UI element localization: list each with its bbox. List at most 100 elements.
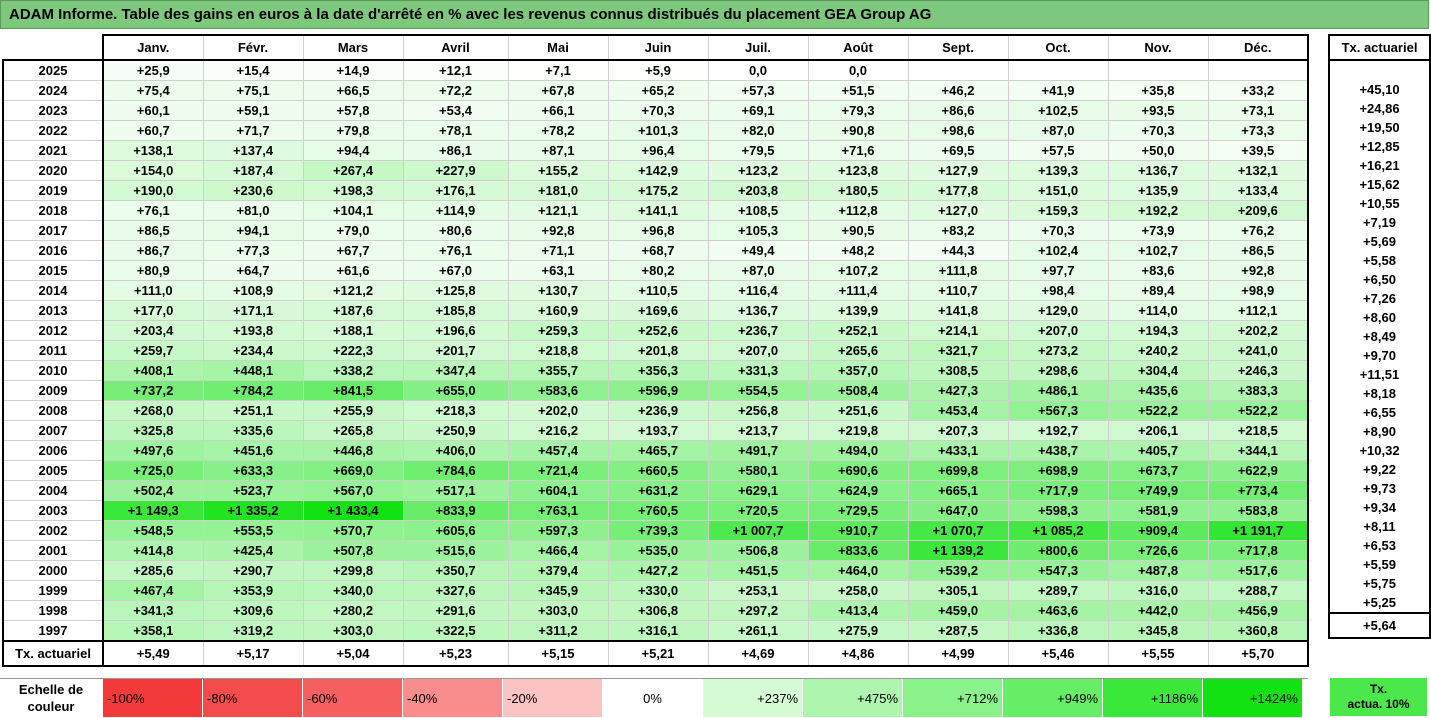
rate-cell: +15,62 xyxy=(1328,175,1431,194)
year-cell: 2014 xyxy=(2,280,104,301)
year-cell: 2025 xyxy=(2,59,104,81)
gain-cell: +347,4 xyxy=(402,360,509,381)
table-row: 2009 +737,2 +784,2 +841,5 +655,0 +583,6 +596,9… xyxy=(2,380,1309,401)
gain-cell: +202,0 xyxy=(507,400,609,421)
gain-cell: +290,7 xyxy=(202,560,304,581)
gain-cell: +690,6 xyxy=(807,460,909,481)
table-row: 2004 +502,4 +523,7 +567,0 +517,1 +604,1 +631,2… xyxy=(2,480,1309,501)
gain-cell: +69,5 xyxy=(907,140,1009,161)
gain-cell: +80,2 xyxy=(607,260,709,281)
color-scale-swatch: 0% xyxy=(602,679,702,717)
rate-cell: +9,34 xyxy=(1328,498,1431,517)
gain-cell: +60,1 xyxy=(102,100,204,121)
footer-rate-cell: +5,55 xyxy=(1107,640,1209,667)
gain-cell: +383,3 xyxy=(1207,380,1309,401)
rate-cell: +8,49 xyxy=(1328,327,1431,346)
year-cell: 2007 xyxy=(2,420,104,441)
gain-cell: +253,1 xyxy=(707,580,809,601)
gain-cell: +737,2 xyxy=(102,380,204,401)
gain-cell: +655,0 xyxy=(402,380,509,401)
gain-cell: +275,9 xyxy=(807,620,909,642)
gain-cell: +665,1 xyxy=(907,480,1009,501)
table-row: 2006 +497,6 +451,6 +446,8 +406,0 +457,4 +465,7… xyxy=(2,440,1309,461)
rate-cell: +7,26 xyxy=(1328,289,1431,308)
gain-cell: +311,2 xyxy=(507,620,609,642)
gain-cell: +784,2 xyxy=(202,380,304,401)
year-cell: 2023 xyxy=(2,100,104,121)
gain-cell: +773,4 xyxy=(1207,480,1309,501)
year-cell: 2010 xyxy=(2,360,104,381)
gain-cell: +89,4 xyxy=(1107,280,1209,301)
table-row: 1999 +467,4 +353,9 +340,0 +327,6 +345,9 +330,0… xyxy=(2,580,1309,601)
table-row: 2018 +76,1 +81,0 +104,1 +114,9 +121,1 +141,1 +1… xyxy=(2,200,1309,221)
gain-cell: +78,2 xyxy=(507,120,609,141)
gain-cell: +80,6 xyxy=(402,220,509,241)
gain-cell: +234,4 xyxy=(202,340,304,361)
gain-cell: +78,1 xyxy=(402,120,509,141)
table-row: 2003 +1 149,3 +1 335,2 +1 433,4 +833,9 +763,1… xyxy=(2,500,1309,521)
gain-cell: +86,1 xyxy=(402,140,509,161)
gain-cell: +467,4 xyxy=(102,580,204,601)
gain-cell: +57,3 xyxy=(707,80,809,101)
gain-cell: +345,8 xyxy=(1107,620,1209,642)
gain-cell: +1 085,2 xyxy=(1007,520,1109,541)
gain-cell: +438,7 xyxy=(1007,440,1109,461)
year-cell: 2012 xyxy=(2,320,104,341)
year-cell: 2013 xyxy=(2,300,104,321)
gain-cell: +629,1 xyxy=(707,480,809,501)
gain-cell: +207,3 xyxy=(907,420,1009,441)
table-row: 2010 +408,1 +448,1 +338,2 +347,4 +355,7 +356,3… xyxy=(2,360,1309,381)
gain-cell xyxy=(907,59,1009,81)
gain-cell: +345,9 xyxy=(507,580,609,601)
year-cell: 2008 xyxy=(2,400,104,421)
gain-cell: +517,6 xyxy=(1207,560,1309,581)
gain-cell: +331,3 xyxy=(707,360,809,381)
gain-cell: +580,1 xyxy=(707,460,809,481)
gain-cell: +308,5 xyxy=(907,360,1009,381)
gain-cell: +123,2 xyxy=(707,160,809,181)
gain-cell: +101,3 xyxy=(607,120,709,141)
gain-cell: +341,3 xyxy=(102,600,204,621)
gain-cell: +180,5 xyxy=(807,180,909,201)
gain-cell: +261,1 xyxy=(707,620,809,642)
gain-cell: +171,1 xyxy=(202,300,304,321)
table-row: 2007 +325,8 +335,6 +265,8 +250,9 +216,2 +193,7… xyxy=(2,420,1309,441)
gain-cell: +96,4 xyxy=(607,140,709,161)
gain-cell: +176,1 xyxy=(402,180,509,201)
gain-cell: +81,0 xyxy=(202,200,304,221)
gain-cell: +75,4 xyxy=(102,80,204,101)
gain-cell: +80,9 xyxy=(102,260,204,281)
gain-cell: +194,3 xyxy=(1107,320,1209,341)
rate-legend-line1: Tx. xyxy=(1369,682,1388,696)
gain-cell: +202,2 xyxy=(1207,320,1309,341)
gain-cell: +910,7 xyxy=(807,520,909,541)
rate-cell: +8,90 xyxy=(1328,422,1431,441)
gain-cell: +155,2 xyxy=(507,160,609,181)
gain-cell: +35,8 xyxy=(1107,80,1209,101)
rate-table: Tx. actuariel +45,10 +24,86 +19,50 +12,85 +16… xyxy=(1328,34,1431,639)
footer-label: Tx. actuariel xyxy=(2,640,104,667)
gain-cell: +98,6 xyxy=(907,120,1009,141)
table-row: 2008 +268,0 +251,1 +255,9 +218,3 +202,0 +236,9… xyxy=(2,400,1309,421)
gain-cell: +222,3 xyxy=(302,340,404,361)
gain-cell: +63,1 xyxy=(507,260,609,281)
gain-cell: +53,4 xyxy=(402,100,509,121)
color-scale-swatch: +1186% xyxy=(1102,679,1202,717)
rate-cell: +9,22 xyxy=(1328,460,1431,479)
gain-cell: +451,5 xyxy=(707,560,809,581)
gain-cell: +39,5 xyxy=(1207,140,1309,161)
rate-cell: +10,32 xyxy=(1328,441,1431,460)
gain-cell: +70,3 xyxy=(607,100,709,121)
gain-cell: +25,9 xyxy=(102,59,204,81)
table-row: 2023 +60,1 +59,1 +57,8 +53,4 +66,1 +70,3 +69,1 +… xyxy=(2,100,1309,121)
gain-cell: +93,5 xyxy=(1107,100,1209,121)
table-row: 2000 +285,6 +290,7 +299,8 +350,7 +379,4 +427,2… xyxy=(2,560,1309,581)
gain-cell: +353,9 xyxy=(202,580,304,601)
gain-cell: +114,0 xyxy=(1107,300,1209,321)
gain-cell: +79,0 xyxy=(302,220,404,241)
gain-cell: +154,0 xyxy=(102,160,204,181)
gain-cell: +192,2 xyxy=(1107,200,1209,221)
gain-cell: +660,5 xyxy=(607,460,709,481)
gain-cell: +285,6 xyxy=(102,560,204,581)
gain-cell: +251,6 xyxy=(807,400,909,421)
